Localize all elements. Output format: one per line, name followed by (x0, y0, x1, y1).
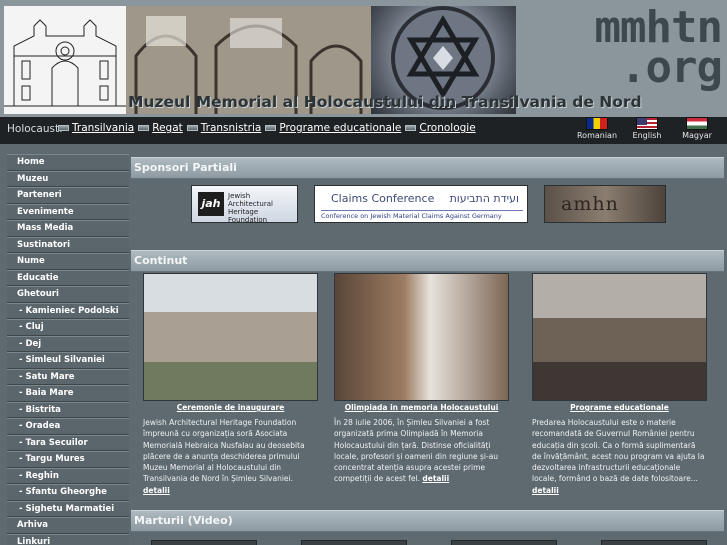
nav-link-regat[interactable]: Regat (138, 122, 183, 134)
details-link[interactable]: detalii (532, 486, 559, 495)
flag-hungary-icon (686, 117, 708, 130)
bullet-icon (138, 125, 150, 131)
video-thumbnail[interactable] (451, 540, 557, 545)
video-thumbnail[interactable] (151, 540, 257, 545)
sidebar-item-mass-media[interactable]: Mass Media (7, 220, 129, 237)
nav-link-programe-educationale[interactable]: Programe educationale (265, 122, 401, 134)
site-domain-logo: mmhtn .org (594, 2, 723, 93)
sidebar-item-simleul-silvaniei[interactable]: - Simleul Silvaniei (7, 352, 129, 369)
flag-romania-icon (586, 117, 608, 130)
jahf-text: Jewish Architectural Heritage Foundation (228, 192, 273, 224)
jahf-mark: jah (198, 192, 224, 216)
sidebar-item-oradea[interactable]: - Oradea (7, 418, 129, 435)
nav-link-transilvania[interactable]: Transilvania (58, 122, 134, 134)
sidebar-item-nume[interactable]: Nume (7, 253, 129, 270)
sidebar-item-sfantu-gheorghe[interactable]: - Sfantu Gheorghe (7, 484, 129, 501)
sidebar-item-sustinatori[interactable]: Sustinatori (7, 236, 129, 253)
sidebar-item-evenimente[interactable]: Evenimente (7, 203, 129, 220)
synagogue-photo[interactable] (143, 273, 318, 401)
sidebar-item-baia-mare[interactable]: - Baia Mare (7, 385, 129, 402)
sidebar-item-educatie[interactable]: Educatie (7, 269, 129, 286)
content-column-education: Programe educationale Predarea Holocaust… (532, 273, 707, 496)
site-title: Muzeul Memorial al Holocaustului din Tra… (128, 93, 642, 111)
claims-hebrew: ועידת התביעות (449, 192, 519, 205)
section-heading-video: Marturii (Video) (131, 510, 724, 532)
section-heading-content: Continut (131, 250, 724, 272)
claims-title: Claims Conference (331, 192, 435, 205)
sidebar-item-targu-mures[interactable]: - Targu Mures (7, 451, 129, 468)
amhn-text: amhn (561, 193, 619, 215)
language-selector: Romanian English Magyar (577, 117, 717, 140)
bullet-icon (405, 125, 417, 131)
sidebar-item-kamieniec-podolski[interactable]: - Kamieniec Podolski (7, 302, 129, 319)
flag-usa-icon (636, 117, 658, 130)
synagogue-drawing-image (4, 6, 126, 114)
column-text: În 28 iulie 2006, în Șimleu Silvaniei a … (334, 418, 499, 484)
sidebar-item-bistrita[interactable]: - Bistrita (7, 401, 129, 418)
sidebar-item-satu-mare[interactable]: - Satu Mare (7, 368, 129, 385)
language-english[interactable]: English (627, 117, 667, 140)
sidebar-item-sighetu-marmatiei[interactable]: - Sighetu Marmatiei (7, 500, 129, 517)
bullet-icon (58, 125, 69, 131)
sponsor-amhn-logo[interactable]: amhn (544, 185, 666, 223)
details-link[interactable]: detalii (143, 486, 170, 495)
sidebar-item-reghin[interactable]: - Reghin (7, 467, 129, 484)
sidebar-item-muzeu[interactable]: Muzeu (7, 170, 129, 187)
column-title[interactable]: Olimpiada in memoria Holocaustului (334, 403, 509, 412)
sidebar-item-parteneri[interactable]: Parteneri (7, 187, 129, 204)
sponsor-claims-conference-logo[interactable]: Claims Conference ועידת התביעות Conferen… (314, 185, 528, 223)
sidebar-item-tara-secuilor[interactable]: - Tara Secuilor (7, 434, 129, 451)
sidebar-menu: Home Muzeu Parteneri Evenimente Mass Media Su… (7, 154, 129, 545)
sidebar-item-dej[interactable]: - Dej (7, 335, 129, 352)
nav-label: Holocaust: (7, 123, 63, 135)
sidebar-item-linkuri[interactable]: Linkuri (7, 533, 129, 545)
nav-links: Transilvania Regat Transnistria Programe… (58, 122, 476, 134)
language-magyar[interactable]: Magyar (677, 117, 717, 140)
column-title[interactable]: Programe educationale (532, 403, 707, 412)
video-thumbnail[interactable] (601, 540, 707, 545)
bullet-icon (186, 125, 198, 131)
sidebar-item-cluj[interactable]: - Cluj (7, 319, 129, 336)
exhibition-photo[interactable] (532, 273, 707, 401)
top-navigation: Holocaust: Transilvania Regat Transnistr… (0, 117, 727, 144)
section-heading-sponsors: Sponsori Partiali (131, 157, 724, 179)
content-column-olympiad: Olimpiada in memoria Holocaustului În 28… (334, 273, 509, 485)
sidebar-item-ghetouri[interactable]: Ghetouri (7, 286, 129, 303)
claims-subtitle: Conference on Jewish Material Claims Aga… (321, 210, 523, 220)
content-column-inauguration: Ceremonie de inaugurare Jewish Architect… (143, 273, 318, 496)
sidebar-item-home[interactable]: Home (7, 154, 129, 171)
bullet-icon (265, 125, 277, 131)
olympiad-photo[interactable] (334, 273, 509, 401)
column-text: Jewish Architectural Heritage Foundation… (143, 418, 305, 495)
main-content: Sponsori Partiali jah Jewish Architectur… (131, 154, 724, 545)
nav-link-cronologie[interactable]: Cronologie (405, 122, 476, 134)
nav-link-transnistria[interactable]: Transnistria (186, 122, 261, 134)
sponsor-jahf-logo[interactable]: jah Jewish Architectural Heritage Founda… (191, 185, 298, 224)
column-text: Predarea Holocaustului este o materie re… (532, 418, 705, 495)
column-title[interactable]: Ceremonie de inaugurare (143, 403, 318, 412)
page: mmhtn .org Muzeul Memorial al Holocaustu… (0, 0, 727, 545)
details-link[interactable]: detalii (422, 474, 449, 483)
header-banner: mmhtn .org Muzeul Memorial al Holocaustu… (0, 0, 727, 117)
sidebar-item-arhiva[interactable]: Arhiva (7, 517, 129, 534)
language-romanian[interactable]: Romanian (577, 117, 617, 140)
video-thumbnail[interactable] (301, 540, 407, 545)
